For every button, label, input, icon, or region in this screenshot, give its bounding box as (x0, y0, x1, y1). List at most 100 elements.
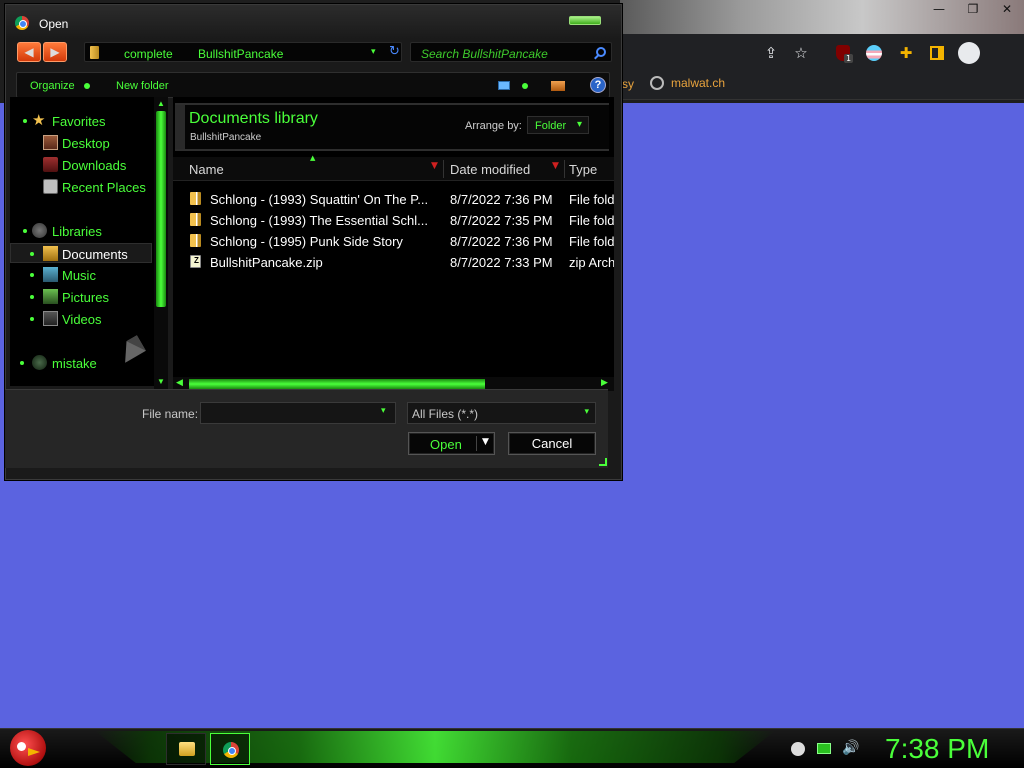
taskbar (0, 728, 1024, 768)
column-name[interactable]: Name (189, 162, 224, 177)
profile-switch-icon[interactable] (863, 42, 885, 64)
preview-pane-icon[interactable] (551, 81, 565, 91)
chrome-icon (15, 16, 29, 30)
scrollbar-thumb[interactable] (189, 379, 485, 389)
address-bar[interactable]: complete BullshitPancake ▾ ↻ (84, 42, 402, 62)
start-button[interactable] (10, 730, 46, 766)
taskbar-explorer[interactable] (166, 733, 206, 765)
open-button[interactable]: Open ▼ (408, 432, 495, 455)
forward-button[interactable]: ▶ (43, 42, 67, 62)
tray-network-icon[interactable] (817, 743, 831, 754)
star-icon[interactable]: ☆ (790, 42, 812, 64)
scroll-up-icon[interactable]: ▲ (157, 99, 165, 108)
back-button[interactable]: ◀ (17, 42, 41, 62)
refresh-icon[interactable]: ↻ (389, 44, 400, 59)
sidepanel-icon[interactable] (926, 42, 948, 64)
file-row[interactable]: Schlong - (1993) The Essential Schl... 8… (187, 210, 614, 230)
folder-icon (190, 192, 201, 205)
extensions-icon[interactable]: ✚ (895, 42, 917, 64)
nav-label: Videos (62, 312, 102, 327)
expand-icon[interactable] (30, 295, 34, 299)
bookmark-malwatch[interactable]: malwat.ch (650, 76, 725, 90)
nav-pictures[interactable]: Pictures (10, 287, 152, 307)
minimize-button[interactable]: — (922, 0, 956, 18)
file-name-input[interactable] (200, 402, 396, 424)
scrollbar-thumb[interactable] (156, 111, 166, 307)
help-icon[interactable]: ? (590, 77, 606, 93)
ublock-badge: 1 (844, 54, 854, 63)
breadcrumb-bullshitpancake[interactable]: BullshitPancake (198, 47, 283, 61)
share-icon[interactable]: ⇪ (760, 42, 782, 64)
nav-favorites[interactable]: ★ Favorites (10, 111, 152, 131)
column-date-modified[interactable]: Date modified (450, 162, 530, 177)
tray-security-icon[interactable] (791, 742, 805, 756)
file-row[interactable]: BullshitPancake.zip 8/7/2022 7:33 PM zip… (187, 252, 614, 272)
expand-icon[interactable] (20, 361, 24, 365)
file-date: 8/7/2022 7:35 PM (450, 213, 553, 228)
expand-icon[interactable] (23, 229, 27, 233)
dialog-titlebar[interactable]: Open (6, 5, 621, 39)
breadcrumb-complete[interactable]: complete (124, 47, 173, 61)
cancel-button[interactable]: Cancel (508, 432, 596, 455)
tray-volume-icon[interactable]: 🔊 (842, 740, 859, 756)
organize-button[interactable]: Organize (30, 80, 75, 92)
column-type[interactable]: Type (569, 162, 597, 177)
column-filter-icon[interactable]: ▼ (431, 161, 438, 171)
expand-icon[interactable] (30, 317, 34, 321)
nav-videos[interactable]: Videos (10, 309, 152, 329)
scroll-right-icon[interactable]: ▶ (601, 378, 608, 388)
chrome-window-controls: — ❐ ✕ (904, 0, 1024, 18)
folder-icon (190, 213, 201, 226)
library-title: Documents library (189, 110, 318, 127)
scroll-down-icon[interactable]: ▼ (157, 377, 165, 386)
ublock-icon[interactable]: 1 (832, 42, 854, 64)
file-name: Schlong - (1993) The Essential Schl... (210, 213, 428, 228)
pictures-icon (43, 289, 58, 304)
column-filter-icon[interactable]: ▼ (552, 161, 559, 171)
videos-icon (43, 311, 58, 326)
nav-label: Documents (62, 247, 128, 262)
scroll-left-icon[interactable]: ◀ (176, 378, 183, 388)
close-button[interactable]: ✕ (990, 0, 1024, 18)
nav-pane-scrollbar[interactable]: ▲ ▼ (154, 97, 168, 389)
libraries-icon (32, 223, 47, 238)
arrange-by-dropdown[interactable]: Folder (527, 116, 589, 134)
expand-icon[interactable] (23, 119, 27, 123)
nav-music[interactable]: Music (10, 265, 152, 285)
expand-icon[interactable] (30, 252, 34, 256)
file-row[interactable]: Schlong - (1993) Squattin' On The P... 8… (187, 189, 614, 209)
account-icon[interactable] (958, 42, 980, 64)
file-name-label: File name: (142, 407, 199, 421)
star-icon: ★ (32, 111, 46, 129)
view-options-icon[interactable] (522, 83, 528, 89)
bookmark-item[interactable]: sy (622, 77, 634, 91)
chevron-down-icon[interactable]: ▾ (371, 46, 376, 57)
dialog-close-button[interactable] (569, 16, 601, 25)
open-options-icon[interactable]: ▼ (482, 437, 489, 447)
chevron-down-icon[interactable]: ▾ (381, 406, 386, 416)
folder-icon (90, 46, 99, 59)
nav-documents[interactable]: Documents (10, 243, 152, 263)
chrome-icon (223, 742, 239, 758)
organize-dropdown-icon[interactable] (84, 83, 90, 89)
file-type-filter[interactable]: All Files (*.*) ▾ (407, 402, 596, 424)
nav-libraries[interactable]: Libraries (10, 221, 152, 241)
column-divider[interactable] (443, 160, 444, 178)
maximize-button[interactable]: ❐ (956, 0, 990, 18)
nav-label: Downloads (62, 158, 127, 173)
change-view-icon[interactable] (498, 81, 510, 90)
taskbar-clock[interactable]: 7:38 PM (885, 733, 989, 765)
search-input[interactable]: Search BullshitPancake (410, 42, 612, 62)
file-row[interactable]: Schlong - (1995) Punk Side Story 8/7/202… (187, 231, 614, 251)
column-divider[interactable] (564, 160, 565, 178)
nav-recent-places[interactable]: Recent Places (10, 177, 152, 197)
search-icon[interactable] (596, 47, 606, 57)
nav-desktop[interactable]: Desktop (10, 133, 152, 153)
expand-icon[interactable] (30, 273, 34, 277)
nav-downloads[interactable]: Downloads (10, 155, 152, 175)
resize-grip-icon[interactable] (599, 458, 607, 466)
recent-places-icon (43, 179, 58, 194)
new-folder-button[interactable]: New folder (116, 80, 169, 92)
taskbar-chrome[interactable] (210, 733, 250, 765)
chevron-down-icon: ▾ (584, 407, 589, 417)
